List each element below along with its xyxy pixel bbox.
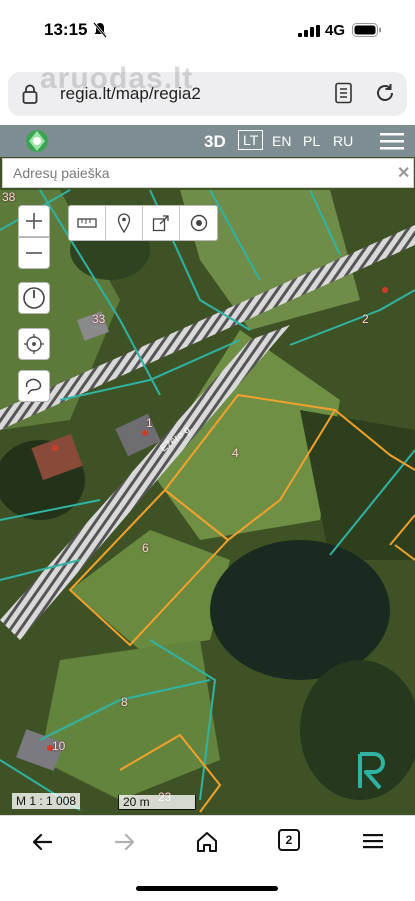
back-arrow-icon[interactable] [30, 830, 54, 854]
home-icon[interactable] [195, 830, 219, 854]
scale-bar: 20 m [118, 795, 196, 810]
address-search[interactable]: Adresų paieška ✕ [2, 158, 414, 188]
target-tool[interactable] [180, 206, 217, 240]
parcel-label[interactable]: 4 [232, 446, 239, 460]
language-pl[interactable]: PL [303, 133, 320, 149]
lasso-icon [25, 378, 42, 395]
signal-icon [298, 25, 320, 37]
parcel-label[interactable]: 2 [362, 312, 369, 326]
reload-icon[interactable] [374, 82, 396, 104]
tabs-count: 2 [285, 833, 293, 847]
close-search-icon[interactable]: ✕ [397, 163, 410, 183]
home-indicator[interactable] [136, 886, 278, 891]
forward-arrow-icon[interactable] [113, 830, 137, 854]
parcel-label[interactable]: 33 [92, 312, 105, 326]
map-toolbar [68, 205, 218, 241]
language-lt[interactable]: LT [238, 130, 264, 150]
watermark: aruodas.lt [40, 62, 194, 95]
zoom-in-button[interactable] [18, 205, 50, 237]
3d-view-button[interactable]: 3D [204, 132, 226, 152]
parcel-label[interactable]: 1 [146, 416, 153, 430]
draw-area-button[interactable] [18, 370, 50, 402]
parcel-label[interactable]: 6 [142, 541, 149, 555]
menu-icon[interactable] [362, 830, 384, 852]
zoom-out-button[interactable] [18, 237, 50, 269]
parcel-label[interactable]: 8 [121, 695, 128, 709]
parcel-label[interactable]: 10 [52, 739, 65, 753]
parcel-label[interactable]: 38 [2, 190, 15, 204]
lock-icon [22, 84, 38, 104]
measure-tool[interactable] [69, 206, 106, 240]
search-input[interactable]: Adresų paieška [13, 165, 110, 181]
reader-mode-icon[interactable] [334, 82, 354, 104]
minus-icon [26, 252, 42, 254]
share-tool[interactable] [143, 206, 180, 240]
ruler-icon [77, 218, 97, 228]
regia-brand-icon [358, 752, 385, 790]
scale-ratio: M 1 : 1 008 [12, 793, 81, 809]
compass-icon [23, 287, 45, 309]
app-header: 3D LT EN PL RU [0, 125, 415, 157]
plus-icon [26, 213, 42, 229]
marker-tool[interactable] [106, 206, 143, 240]
rotate-north-button[interactable] [18, 282, 50, 314]
language-en[interactable]: EN [272, 133, 291, 149]
share-icon [152, 215, 169, 232]
language-ru[interactable]: RU [333, 133, 353, 149]
tabs-button[interactable]: 2 [278, 829, 300, 851]
menu-icon[interactable] [380, 131, 404, 151]
regia-logo-icon [26, 130, 48, 152]
pin-icon [117, 213, 131, 233]
locate-me-button[interactable] [18, 328, 50, 360]
target-icon [190, 214, 207, 232]
clock: 13:15 [44, 20, 88, 39]
muted-bell-icon [93, 22, 107, 38]
status-bar: 13:15 4G [0, 0, 415, 62]
network-type: 4G [325, 22, 346, 39]
battery-icon [352, 23, 381, 37]
crosshair-icon [24, 334, 44, 354]
